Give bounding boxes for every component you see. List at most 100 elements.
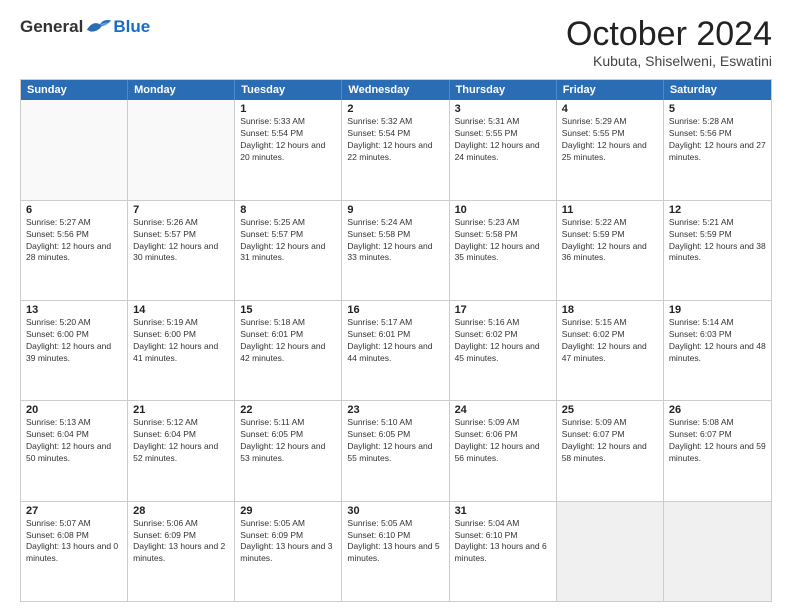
day-info: Sunrise: 5:16 AM Sunset: 6:02 PM Dayligh… bbox=[455, 317, 551, 365]
calendar-cell: 8Sunrise: 5:25 AM Sunset: 5:57 PM Daylig… bbox=[235, 201, 342, 300]
day-number: 1 bbox=[240, 103, 336, 115]
calendar-cell: 27Sunrise: 5:07 AM Sunset: 6:08 PM Dayli… bbox=[21, 502, 128, 601]
day-number: 21 bbox=[133, 404, 229, 416]
logo-blue: Blue bbox=[113, 17, 150, 37]
day-info: Sunrise: 5:24 AM Sunset: 5:58 PM Dayligh… bbox=[347, 217, 443, 265]
day-info: Sunrise: 5:11 AM Sunset: 6:05 PM Dayligh… bbox=[240, 417, 336, 465]
calendar-cell: 29Sunrise: 5:05 AM Sunset: 6:09 PM Dayli… bbox=[235, 502, 342, 601]
day-number: 2 bbox=[347, 103, 443, 115]
calendar-header-day: Sunday bbox=[21, 80, 128, 100]
calendar-cell: 2Sunrise: 5:32 AM Sunset: 5:54 PM Daylig… bbox=[342, 100, 449, 199]
day-number: 11 bbox=[562, 204, 658, 216]
day-info: Sunrise: 5:23 AM Sunset: 5:58 PM Dayligh… bbox=[455, 217, 551, 265]
calendar-cell: 14Sunrise: 5:19 AM Sunset: 6:00 PM Dayli… bbox=[128, 301, 235, 400]
calendar-header: SundayMondayTuesdayWednesdayThursdayFrid… bbox=[21, 80, 771, 100]
day-number: 19 bbox=[669, 304, 766, 316]
location: Kubuta, Shiselweni, Eswatini bbox=[566, 53, 772, 69]
calendar-header-day: Tuesday bbox=[235, 80, 342, 100]
day-number: 17 bbox=[455, 304, 551, 316]
day-info: Sunrise: 5:04 AM Sunset: 6:10 PM Dayligh… bbox=[455, 518, 551, 566]
calendar-cell: 9Sunrise: 5:24 AM Sunset: 5:58 PM Daylig… bbox=[342, 201, 449, 300]
month-title: October 2024 bbox=[566, 16, 772, 53]
title-block: October 2024 Kubuta, Shiselweni, Eswatin… bbox=[566, 16, 772, 69]
day-info: Sunrise: 5:31 AM Sunset: 5:55 PM Dayligh… bbox=[455, 116, 551, 164]
calendar-header-day: Friday bbox=[557, 80, 664, 100]
day-info: Sunrise: 5:08 AM Sunset: 6:07 PM Dayligh… bbox=[669, 417, 766, 465]
calendar-cell bbox=[557, 502, 664, 601]
day-info: Sunrise: 5:29 AM Sunset: 5:55 PM Dayligh… bbox=[562, 116, 658, 164]
day-info: Sunrise: 5:10 AM Sunset: 6:05 PM Dayligh… bbox=[347, 417, 443, 465]
day-info: Sunrise: 5:15 AM Sunset: 6:02 PM Dayligh… bbox=[562, 317, 658, 365]
day-number: 3 bbox=[455, 103, 551, 115]
day-number: 29 bbox=[240, 505, 336, 517]
calendar-cell: 13Sunrise: 5:20 AM Sunset: 6:00 PM Dayli… bbox=[21, 301, 128, 400]
calendar-cell: 21Sunrise: 5:12 AM Sunset: 6:04 PM Dayli… bbox=[128, 401, 235, 500]
day-info: Sunrise: 5:32 AM Sunset: 5:54 PM Dayligh… bbox=[347, 116, 443, 164]
day-number: 31 bbox=[455, 505, 551, 517]
day-number: 7 bbox=[133, 204, 229, 216]
calendar-cell: 10Sunrise: 5:23 AM Sunset: 5:58 PM Dayli… bbox=[450, 201, 557, 300]
day-info: Sunrise: 5:33 AM Sunset: 5:54 PM Dayligh… bbox=[240, 116, 336, 164]
calendar-cell: 30Sunrise: 5:05 AM Sunset: 6:10 PM Dayli… bbox=[342, 502, 449, 601]
day-number: 22 bbox=[240, 404, 336, 416]
calendar-week-row: 1Sunrise: 5:33 AM Sunset: 5:54 PM Daylig… bbox=[21, 100, 771, 199]
day-number: 10 bbox=[455, 204, 551, 216]
day-number: 8 bbox=[240, 204, 336, 216]
calendar-cell: 11Sunrise: 5:22 AM Sunset: 5:59 PM Dayli… bbox=[557, 201, 664, 300]
day-number: 24 bbox=[455, 404, 551, 416]
day-info: Sunrise: 5:22 AM Sunset: 5:59 PM Dayligh… bbox=[562, 217, 658, 265]
calendar-cell: 18Sunrise: 5:15 AM Sunset: 6:02 PM Dayli… bbox=[557, 301, 664, 400]
day-number: 26 bbox=[669, 404, 766, 416]
calendar-cell: 7Sunrise: 5:26 AM Sunset: 5:57 PM Daylig… bbox=[128, 201, 235, 300]
day-number: 16 bbox=[347, 304, 443, 316]
day-number: 14 bbox=[133, 304, 229, 316]
day-info: Sunrise: 5:09 AM Sunset: 6:06 PM Dayligh… bbox=[455, 417, 551, 465]
calendar-body: 1Sunrise: 5:33 AM Sunset: 5:54 PM Daylig… bbox=[21, 100, 771, 601]
day-info: Sunrise: 5:14 AM Sunset: 6:03 PM Dayligh… bbox=[669, 317, 766, 365]
calendar-cell: 3Sunrise: 5:31 AM Sunset: 5:55 PM Daylig… bbox=[450, 100, 557, 199]
calendar-cell: 1Sunrise: 5:33 AM Sunset: 5:54 PM Daylig… bbox=[235, 100, 342, 199]
day-info: Sunrise: 5:06 AM Sunset: 6:09 PM Dayligh… bbox=[133, 518, 229, 566]
day-number: 4 bbox=[562, 103, 658, 115]
calendar-cell: 5Sunrise: 5:28 AM Sunset: 5:56 PM Daylig… bbox=[664, 100, 771, 199]
calendar-cell: 15Sunrise: 5:18 AM Sunset: 6:01 PM Dayli… bbox=[235, 301, 342, 400]
day-info: Sunrise: 5:21 AM Sunset: 5:59 PM Dayligh… bbox=[669, 217, 766, 265]
day-number: 13 bbox=[26, 304, 122, 316]
calendar-cell: 26Sunrise: 5:08 AM Sunset: 6:07 PM Dayli… bbox=[664, 401, 771, 500]
day-info: Sunrise: 5:19 AM Sunset: 6:00 PM Dayligh… bbox=[133, 317, 229, 365]
day-number: 25 bbox=[562, 404, 658, 416]
calendar-cell: 4Sunrise: 5:29 AM Sunset: 5:55 PM Daylig… bbox=[557, 100, 664, 199]
day-number: 12 bbox=[669, 204, 766, 216]
header: General Blue October 2024 Kubuta, Shisel… bbox=[20, 16, 772, 69]
day-number: 20 bbox=[26, 404, 122, 416]
day-number: 23 bbox=[347, 404, 443, 416]
calendar-cell: 28Sunrise: 5:06 AM Sunset: 6:09 PM Dayli… bbox=[128, 502, 235, 601]
day-number: 5 bbox=[669, 103, 766, 115]
day-number: 6 bbox=[26, 204, 122, 216]
logo-general: General bbox=[20, 17, 83, 37]
calendar-cell: 24Sunrise: 5:09 AM Sunset: 6:06 PM Dayli… bbox=[450, 401, 557, 500]
day-info: Sunrise: 5:05 AM Sunset: 6:10 PM Dayligh… bbox=[347, 518, 443, 566]
day-info: Sunrise: 5:17 AM Sunset: 6:01 PM Dayligh… bbox=[347, 317, 443, 365]
day-number: 15 bbox=[240, 304, 336, 316]
calendar-week-row: 27Sunrise: 5:07 AM Sunset: 6:08 PM Dayli… bbox=[21, 501, 771, 601]
calendar-cell: 20Sunrise: 5:13 AM Sunset: 6:04 PM Dayli… bbox=[21, 401, 128, 500]
calendar-cell: 22Sunrise: 5:11 AM Sunset: 6:05 PM Dayli… bbox=[235, 401, 342, 500]
calendar-header-day: Wednesday bbox=[342, 80, 449, 100]
day-info: Sunrise: 5:20 AM Sunset: 6:00 PM Dayligh… bbox=[26, 317, 122, 365]
day-info: Sunrise: 5:27 AM Sunset: 5:56 PM Dayligh… bbox=[26, 217, 122, 265]
calendar-week-row: 20Sunrise: 5:13 AM Sunset: 6:04 PM Dayli… bbox=[21, 400, 771, 500]
day-info: Sunrise: 5:18 AM Sunset: 6:01 PM Dayligh… bbox=[240, 317, 336, 365]
page: General Blue October 2024 Kubuta, Shisel… bbox=[0, 0, 792, 612]
day-number: 27 bbox=[26, 505, 122, 517]
calendar-week-row: 13Sunrise: 5:20 AM Sunset: 6:00 PM Dayli… bbox=[21, 300, 771, 400]
calendar-header-day: Saturday bbox=[664, 80, 771, 100]
day-number: 9 bbox=[347, 204, 443, 216]
calendar: SundayMondayTuesdayWednesdayThursdayFrid… bbox=[20, 79, 772, 602]
calendar-cell: 19Sunrise: 5:14 AM Sunset: 6:03 PM Dayli… bbox=[664, 301, 771, 400]
day-info: Sunrise: 5:26 AM Sunset: 5:57 PM Dayligh… bbox=[133, 217, 229, 265]
logo-bird-icon bbox=[85, 16, 113, 38]
calendar-cell: 16Sunrise: 5:17 AM Sunset: 6:01 PM Dayli… bbox=[342, 301, 449, 400]
day-info: Sunrise: 5:13 AM Sunset: 6:04 PM Dayligh… bbox=[26, 417, 122, 465]
calendar-cell bbox=[664, 502, 771, 601]
